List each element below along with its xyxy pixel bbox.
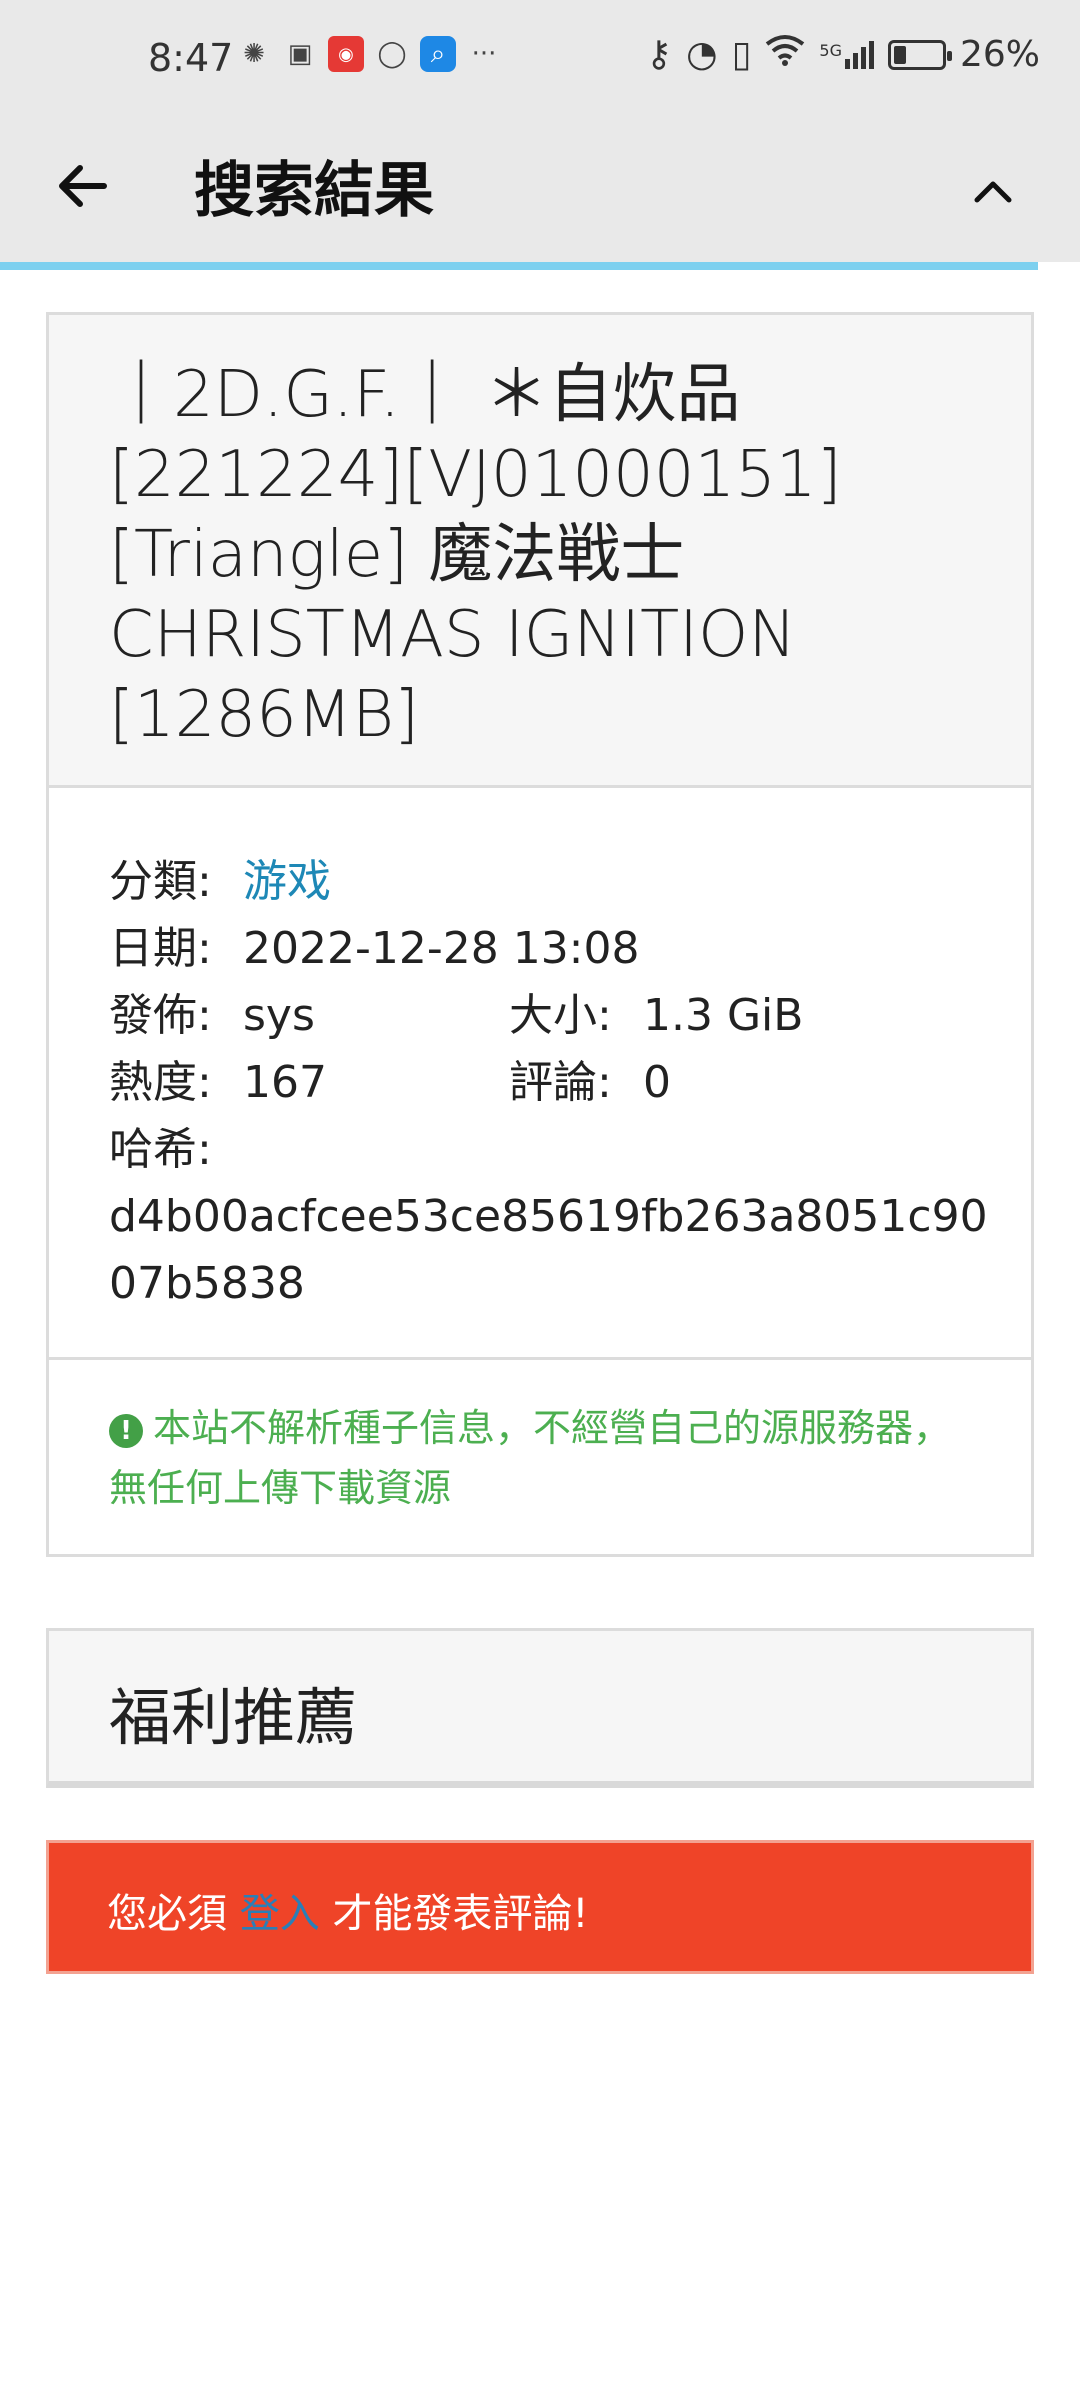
login-prefix: 您必須: [107, 1891, 227, 1937]
size-value: 1.3 GiB: [643, 990, 804, 1041]
collapse-button[interactable]: [958, 156, 1028, 226]
heat-comments-row: 熱度: 167 評論: 0: [109, 1049, 971, 1116]
publisher-value: sys: [243, 990, 315, 1041]
tv-app-icon: ▣: [287, 39, 313, 69]
date-value: 2022-12-28 13:08: [243, 923, 640, 974]
status-bar: 8:47 ✺ ▣ ◉ ◯ ⌕ ··· ⚷ ◔ ▯ 5G 26%: [0, 0, 1080, 120]
exclamation-circle-icon: !: [109, 1414, 143, 1448]
system-icons: ⚷ ◔ ▯ 5G 26%: [646, 34, 1040, 75]
torrent-meta: 分類: 游戏 日期: 2022-12-28 13:08 發佈: sys 大小: …: [49, 788, 1031, 1357]
status-time: 8:47: [148, 36, 234, 80]
publisher-size-row: 發佈: sys 大小: 1.3 GiB: [109, 982, 971, 1049]
hash-label: 哈希:: [109, 1124, 212, 1175]
login-link[interactable]: 登入: [240, 1891, 320, 1937]
shop-app-icon: ◉: [328, 36, 364, 72]
network-type: 5G: [819, 40, 842, 60]
date-label: 日期:: [109, 923, 212, 974]
publisher-label: 發佈:: [109, 990, 212, 1041]
battery-icon: [887, 39, 952, 70]
category-row: 分類: 游戏: [109, 848, 971, 915]
data-saver-icon: ◔: [686, 34, 718, 75]
wifi-icon: [765, 34, 805, 75]
page-progress-bar: [0, 262, 1038, 270]
app-bar: 搜索結果: [0, 120, 1080, 262]
comments-value: 0: [643, 1057, 671, 1108]
vpn-key-icon: ⚷: [645, 34, 673, 75]
category-label: 分類:: [109, 856, 212, 907]
search-app-icon: ⌕: [420, 36, 456, 72]
atom-app-icon: ✺: [243, 39, 265, 69]
arrow-left-icon: [59, 165, 107, 207]
loading-circle-icon: ◯: [377, 39, 407, 69]
login-required-banner: 您必須 登入 才能發表評論!: [46, 1840, 1034, 1974]
torrent-detail-card: ｜2D.G.F.｜ ＊自炊品 [221224][VJ01000151][Tria…: [46, 312, 1034, 1557]
notification-icons: ✺ ▣ ◉ ◯ ⌕ ···: [236, 36, 502, 72]
disclaimer-notice: ! 本站不解析種子信息，不經營自己的源服務器，無任何上傳下載資源: [49, 1357, 1031, 1554]
heat-value: 167: [243, 1057, 327, 1108]
welfare-title: 福利推薦: [109, 1681, 358, 1754]
page-title: 搜索結果: [194, 156, 434, 226]
torrent-title: ｜2D.G.F.｜ ＊自炊品 [221224][VJ01000151][Tria…: [109, 358, 842, 752]
chevron-up-icon: [974, 181, 1012, 203]
disclaimer-text: 本站不解析種子信息，不經營自己的源服務器，無任何上傳下載資源: [109, 1406, 952, 1510]
back-button[interactable]: [52, 156, 122, 226]
login-suffix: 才能發表評論!: [332, 1891, 589, 1937]
welfare-recommend-section: 福利推薦: [46, 1628, 1034, 1788]
date-row: 日期: 2022-12-28 13:08: [109, 915, 971, 982]
size-label: 大小:: [509, 990, 612, 1041]
vibrate-icon: ▯: [731, 34, 752, 75]
cell-signal-icon: 5G: [819, 40, 874, 69]
comments-label: 評論:: [509, 1057, 612, 1108]
battery-percent: 26%: [959, 34, 1040, 75]
hash-value[interactable]: d4b00acfcee53ce85619fb263a8051c9007b5838: [109, 1183, 989, 1317]
detail-header: ｜2D.G.F.｜ ＊自炊品 [221224][VJ01000151][Tria…: [49, 315, 1031, 788]
more-notifications-icon: ···: [471, 39, 497, 69]
category-link[interactable]: 游戏: [243, 848, 331, 915]
heat-label: 熱度:: [109, 1057, 212, 1108]
